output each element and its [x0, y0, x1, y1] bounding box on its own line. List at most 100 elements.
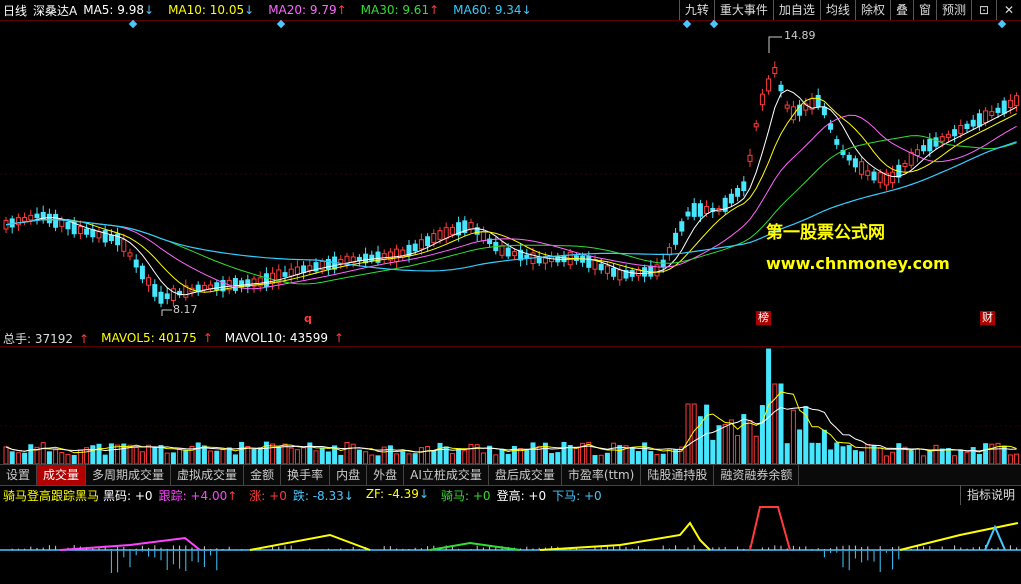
- volume-bar: [735, 435, 741, 464]
- volume-bar: [170, 452, 176, 464]
- volume-bar: [939, 448, 945, 464]
- volume-bar: [611, 442, 617, 464]
- candle-body: [1007, 99, 1013, 108]
- candle-body: [28, 214, 34, 221]
- candle-body: [511, 251, 517, 257]
- volume-bar: [288, 447, 294, 464]
- candle-body: [939, 136, 945, 142]
- period-label[interactable]: 日线: [3, 2, 27, 19]
- candle-body: [443, 227, 449, 239]
- candle-body: [617, 269, 623, 281]
- volume-bar: [877, 447, 883, 464]
- volume-bar: [921, 455, 927, 464]
- candle-body: [766, 78, 772, 92]
- badge-cai[interactable]: 财: [980, 311, 995, 325]
- candle-body: [598, 263, 604, 271]
- toolbar-button[interactable]: 九转: [678, 0, 714, 20]
- volume-bar: [753, 435, 759, 464]
- candle-body: [890, 171, 896, 184]
- volume-bar: [344, 441, 350, 464]
- toolbar-button[interactable]: 预测: [935, 0, 971, 20]
- candle-body: [146, 277, 152, 286]
- toolbar-button[interactable]: 均线: [819, 0, 855, 20]
- toolbar-button[interactable]: 加自选: [772, 0, 820, 20]
- volume-bar: [852, 450, 858, 464]
- volume-bar: [648, 451, 654, 464]
- candle-body: [983, 110, 989, 124]
- low-pointer: [161, 309, 172, 316]
- candle-body: [927, 138, 933, 152]
- volume-bar: [15, 452, 21, 464]
- candle-body: [933, 137, 939, 147]
- volume-bar: [598, 454, 604, 464]
- indicator-tab[interactable]: 虚拟成交量: [171, 465, 245, 485]
- candle-body: [902, 162, 908, 168]
- candle-body: [697, 203, 703, 217]
- indicator-tab[interactable]: 盘后成交量: [489, 465, 562, 485]
- track-line: [59, 536, 201, 551]
- volume-bar: [809, 442, 815, 464]
- lock-icon[interactable]: ⊡: [971, 0, 996, 20]
- mavol5-value: MAVOL5: 40175 ↑: [101, 331, 213, 345]
- toolbar-button[interactable]: 重大事件: [713, 0, 773, 20]
- close-icon[interactable]: ✕: [996, 0, 1021, 20]
- indicator-tab[interactable]: 市盈率(ttm): [562, 465, 642, 485]
- event-diamond-icon: [709, 20, 719, 29]
- stock-name: 深桑达A: [33, 3, 78, 18]
- volume-bar: [989, 443, 995, 464]
- candle-body: [307, 265, 313, 271]
- volume-bar: [158, 445, 164, 464]
- candle-body: [84, 228, 90, 235]
- ma-legend-item: MA5: 9.98↓: [83, 3, 155, 17]
- kline-chart[interactable]: [0, 20, 1021, 328]
- indicator-tab[interactable]: 设置: [0, 465, 38, 485]
- indicator-tab[interactable]: 内盘: [330, 465, 368, 485]
- volume-bar: [102, 454, 108, 464]
- indicator-tab[interactable]: 换手率: [281, 465, 331, 485]
- volume-bar: [431, 449, 437, 464]
- volume-bar: [139, 451, 145, 464]
- volume-bar: [65, 453, 71, 464]
- volume-bar: [890, 451, 896, 464]
- candle-body: [648, 265, 654, 277]
- volume-bar: [363, 451, 369, 464]
- volume-bar: [232, 454, 238, 464]
- indicator-tab[interactable]: 外盘: [367, 465, 405, 485]
- candle-body: [685, 211, 691, 217]
- indicator-tab[interactable]: 陆股通持股: [641, 465, 715, 485]
- candle-body: [22, 217, 28, 222]
- toolbar-button[interactable]: 除权: [854, 0, 890, 20]
- candle-body: [158, 291, 164, 304]
- volume-bar: [983, 443, 989, 464]
- indicator-tab[interactable]: 多周期成交量: [86, 465, 172, 485]
- toolbar-button[interactable]: 叠: [889, 0, 913, 20]
- volume-bar: [456, 448, 462, 464]
- volume-bar: [642, 442, 648, 464]
- volume-chart[interactable]: [0, 346, 1021, 464]
- indicator-help-button[interactable]: 指标说明: [959, 485, 1021, 505]
- candle-body: [964, 123, 970, 129]
- indicator-tab[interactable]: 成交量: [37, 465, 87, 485]
- candle-body: [282, 272, 288, 277]
- indicator-chart[interactable]: [0, 505, 1021, 584]
- volume-bar: [387, 445, 393, 464]
- indicator-tab[interactable]: AI立桩成交量: [404, 465, 489, 485]
- volume-bar: [214, 450, 220, 464]
- candle-body: [46, 213, 52, 224]
- volume-bar: [53, 449, 59, 464]
- volume-bar: [573, 447, 579, 464]
- indicator-tab[interactable]: 金额: [244, 465, 282, 485]
- indicator-value: 跌: -8.33↓: [292, 488, 354, 503]
- candle-body: [865, 170, 871, 176]
- candle-body: [747, 154, 753, 162]
- volume-bar: [46, 451, 52, 464]
- badge-bang[interactable]: 榜: [756, 311, 771, 325]
- toolbar-button[interactable]: 窗: [912, 0, 936, 20]
- indicator-tab[interactable]: 融资融券余额: [714, 465, 800, 485]
- candle-body: [691, 203, 697, 217]
- candle-body: [976, 113, 982, 127]
- high-pointer: [768, 36, 782, 53]
- candle-body: [549, 256, 555, 263]
- volume-bar: [313, 450, 319, 464]
- volume-bar: [499, 448, 505, 464]
